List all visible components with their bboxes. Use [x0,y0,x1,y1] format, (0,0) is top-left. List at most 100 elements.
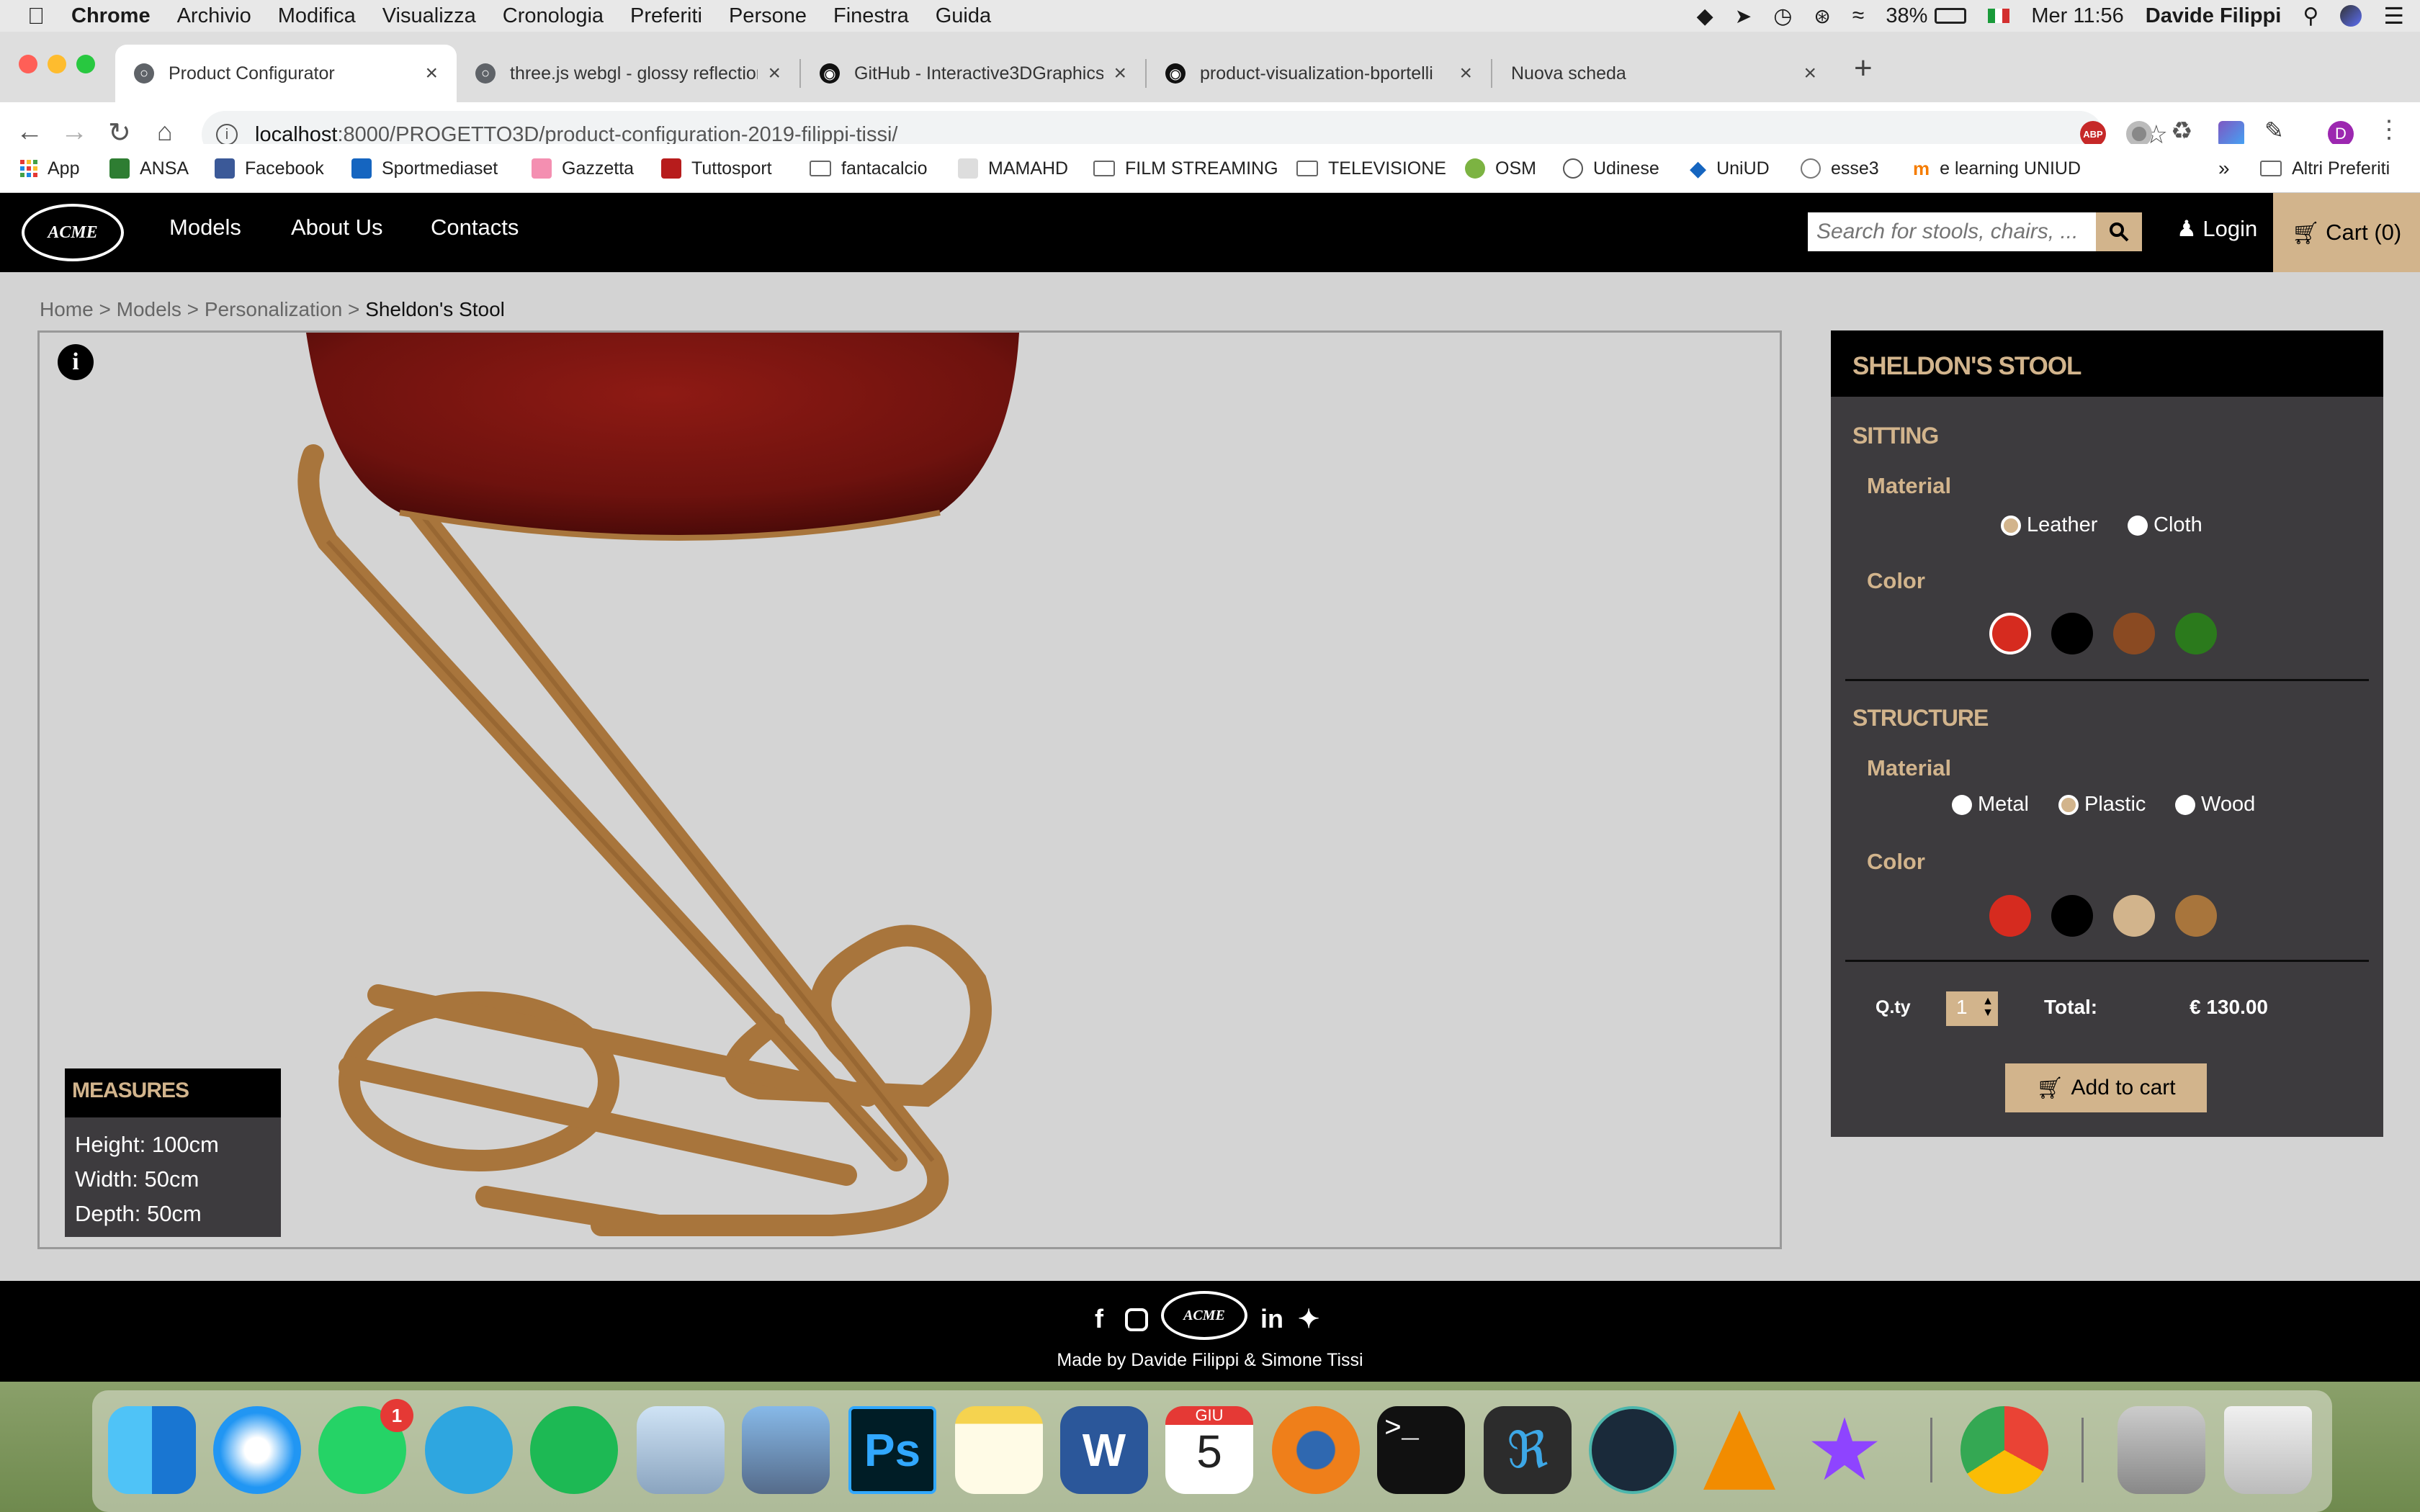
bookmark-tuttosport[interactable]: Tuttosport [661,144,772,193]
bookmark-altri-preferiti[interactable]: Altri Preferiti [2260,144,2390,193]
structure-color-swatch-4[interactable] [2175,895,2217,937]
sitting-radio-leather[interactable]: Leather [2001,513,2097,537]
close-tab-icon[interactable]: × [1459,61,1472,86]
extension-circle-icon[interactable] [2126,121,2152,147]
menu-guida[interactable]: Guida [936,4,991,28]
trash-icon[interactable] [2224,1406,2312,1494]
chrome-icon[interactable] [1960,1406,2048,1494]
breadcrumb-personalization[interactable]: Personalization [205,298,342,320]
new-tab-plus-icon[interactable]: + [1854,50,1873,86]
structure-radio-plastic[interactable]: Plastic [2058,793,2146,816]
bluetooth-icon[interactable]: ⊛ [1814,4,1830,28]
bookmark-elearning[interactable]: m e learning UNIUD [1913,144,2081,193]
stepper-arrows-icon[interactable]: ▲ ▼ [1982,996,1994,1019]
3d-viewer-canvas[interactable] [37,330,1782,1249]
bookmark-app[interactable]: App [20,144,79,193]
spotify-icon[interactable] [530,1406,618,1494]
battery-icon[interactable] [1935,8,1967,24]
close-window-button[interactable] [19,55,37,73]
wifi-icon[interactable]: ≈ [1852,4,1864,28]
site-info-icon[interactable]: i [216,124,238,145]
minimize-window-button[interactable] [48,55,66,73]
close-tab-icon[interactable]: × [1113,61,1126,86]
radio-dot[interactable] [2128,515,2148,536]
menu-modifica[interactable]: Modifica [278,4,356,28]
add-to-cart-button[interactable]: 🛒︎ Add to cart [2005,1063,2207,1112]
search-button[interactable] [2096,212,2142,251]
sitting-color-swatch-4[interactable] [2175,613,2217,654]
clock[interactable]: Mer 11:56 [2031,4,2123,28]
close-tab-icon[interactable]: × [425,61,438,86]
bookmark-udinese[interactable]: Udinese [1563,144,1659,193]
acme-logo[interactable]: ACME [22,204,124,261]
cart-button[interactable]: 🛒︎ Cart (0) [2273,193,2420,272]
dropbox-icon[interactable]: ◆ [1697,4,1713,29]
menu-dots-icon[interactable]: ⋮ [2377,115,2403,143]
bookmark-ansa[interactable]: ANSA [109,144,189,193]
menu-preferiti[interactable]: Preferiti [630,4,702,28]
bookmark-televisione[interactable]: TELEVISIONE [1296,144,1446,193]
bookmark-esse3[interactable]: esse3 [1801,144,1879,193]
twitter-icon[interactable]: ✦ [1298,1304,1319,1334]
preview-eagle-icon[interactable] [637,1406,725,1494]
radio-dot[interactable] [1952,794,1972,815]
adblock-icon[interactable]: ABP [2080,121,2106,147]
forward-arrow-icon[interactable]: → [60,117,88,148]
bookmark-uniud[interactable]: ◆ UniUD [1690,144,1770,193]
notes-icon[interactable] [955,1406,1043,1494]
menu-chrome[interactable]: Chrome [71,4,151,28]
nav-models[interactable]: Models [169,215,241,240]
time-machine-icon[interactable]: ◷ [1773,4,1792,29]
battery-percent[interactable]: 38% [1886,4,1927,28]
structure-color-swatch-1[interactable] [1989,895,2031,937]
bookmark-sportmediaset[interactable]: Sportmediaset [351,144,498,193]
menu-archivio[interactable]: Archivio [177,4,251,28]
siri-icon[interactable] [2340,5,2362,27]
image-capture-icon[interactable] [742,1406,830,1494]
menu-visualizza[interactable]: Visualizza [382,4,476,28]
radio-dot[interactable] [2058,794,2079,815]
location-icon[interactable]: ➤ [1735,4,1752,28]
bookmark-facebook[interactable]: Facebook [215,144,324,193]
instagram-icon[interactable] [1125,1308,1148,1331]
photoshop-icon[interactable]: Ps [848,1406,936,1494]
menu-finestra[interactable]: Finestra [833,4,909,28]
radio-dot[interactable] [2175,794,2195,815]
sitting-color-swatch-1[interactable] [1989,613,2031,654]
radio-dot[interactable] [2001,515,2021,536]
structure-radio-metal[interactable]: Metal [1952,793,2029,816]
nav-about-us[interactable]: About Us [291,215,383,240]
breadcrumb-models[interactable]: Models [117,298,182,320]
vlc-icon[interactable] [1695,1406,1783,1494]
spotlight-icon[interactable]: ⚲ [2303,4,2318,29]
blender-icon[interactable] [1272,1406,1360,1494]
structure-radio-wood[interactable]: Wood [2175,793,2255,816]
breadcrumb-home[interactable]: Home [40,298,94,320]
quantity-stepper[interactable]: 1 ▲ ▼ [1946,991,1998,1026]
finder-icon[interactable] [108,1406,196,1494]
profile-avatar-icon[interactable]: D [2328,121,2354,147]
vscode-icon[interactable]: ℜ [1484,1406,1572,1494]
tab-github-interactive[interactable]: ◉ GitHub - Interactive3DGraphics × [801,45,1145,102]
bookmarks-overflow-chevron[interactable]: » [2218,144,2230,193]
bookmark-fantacalcio[interactable]: fantacalcio [810,144,928,193]
italian-flag-icon[interactable] [1988,9,2010,23]
tab-new[interactable]: Nuova scheda × [1492,45,1835,102]
screenshot-icon[interactable] [2118,1406,2205,1494]
tab-product-visualization[interactable]: ◉ product-visualization-bportelli × [1147,45,1491,102]
apple-icon[interactable]:  [27,3,45,30]
gitkraken-icon[interactable] [1589,1406,1677,1494]
zoom-window-button[interactable] [76,55,95,73]
bookmark-film-streaming[interactable]: FILM STREAMING [1093,144,1278,193]
calendar-icon[interactable]: GIU 5 [1165,1406,1253,1494]
word-icon[interactable]: W [1060,1406,1148,1494]
menu-cronologia[interactable]: Cronologia [503,4,604,28]
tab-product-configurator[interactable]: ○ Product Configurator × [115,45,457,102]
terminal-icon[interactable]: >_ [1377,1406,1465,1494]
sitting-radio-cloth[interactable]: Cloth [2128,513,2202,537]
login-link[interactable]: ♟ Login [2177,216,2257,242]
pen-icon[interactable]: ✎ [2264,117,2290,143]
notification-center-icon[interactable]: ☰ [2383,2,2404,30]
close-tab-icon[interactable]: × [1803,61,1816,86]
menu-persone[interactable]: Persone [729,4,807,28]
